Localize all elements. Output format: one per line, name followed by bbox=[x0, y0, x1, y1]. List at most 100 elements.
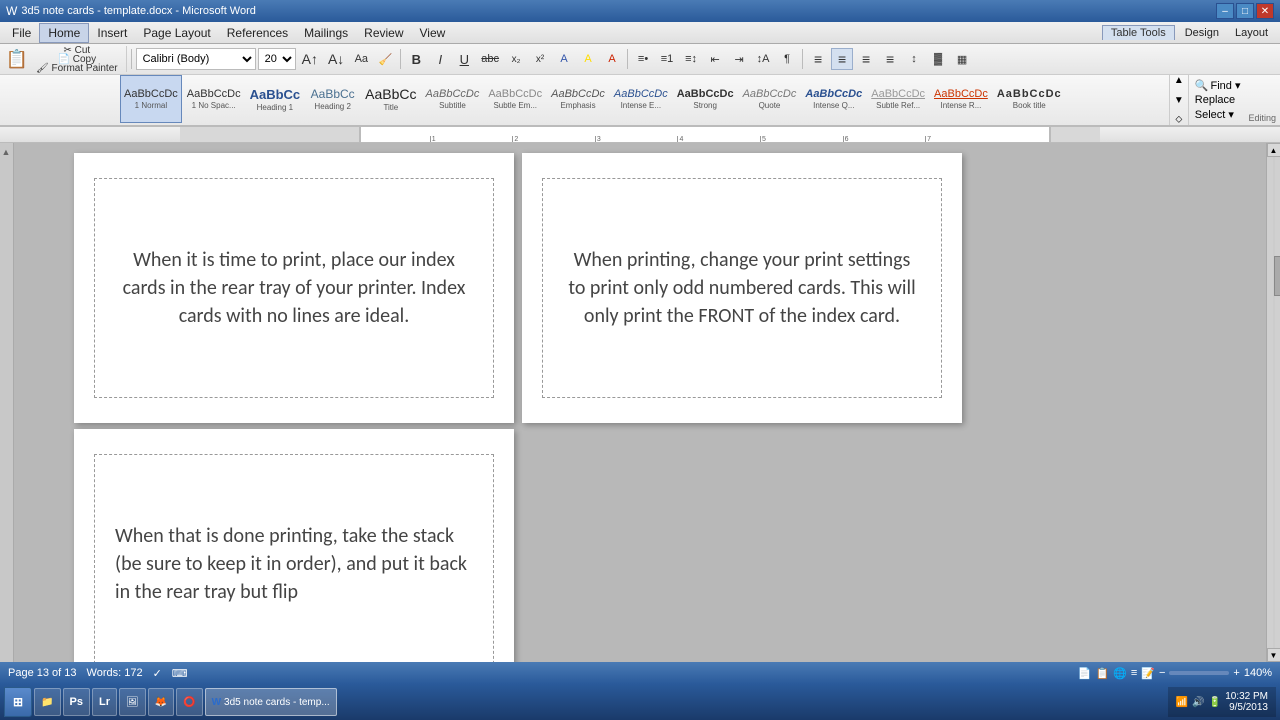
menu-table-layout[interactable]: Layout bbox=[1227, 23, 1276, 43]
view-draft-icon[interactable]: 📝 bbox=[1141, 667, 1155, 680]
taskbar-explorer[interactable]: 📁 bbox=[34, 688, 60, 716]
clear-format-button[interactable]: 🧹 bbox=[374, 48, 396, 70]
shading-button[interactable]: ▓ bbox=[927, 48, 949, 70]
view-web-icon[interactable]: 🌐 bbox=[1113, 667, 1127, 680]
close-button[interactable]: ✕ bbox=[1256, 3, 1274, 19]
taskbar-word[interactable]: W 3d5 note cards - temp... bbox=[205, 688, 337, 716]
line-spacing-button[interactable]: ↕ bbox=[903, 48, 925, 70]
decrease-indent-button[interactable]: ⇤ bbox=[704, 48, 726, 70]
menu-insert[interactable]: Insert bbox=[89, 23, 135, 43]
menu-view[interactable]: View bbox=[412, 23, 454, 43]
align-left-button[interactable]: ≡ bbox=[807, 48, 829, 70]
style-emphasis[interactable]: AaBbCcDc Emphasis bbox=[547, 75, 609, 123]
styles-down-arrow[interactable]: ▼ bbox=[1174, 95, 1184, 106]
highlight-button[interactable]: A bbox=[577, 48, 599, 70]
bold-button[interactable]: B bbox=[405, 48, 427, 70]
view-full-icon[interactable]: 📋 bbox=[1095, 667, 1109, 680]
styles-more-arrow[interactable]: ⬦ bbox=[1175, 114, 1182, 125]
font-name-select[interactable]: Calibri (Body) bbox=[136, 48, 256, 70]
menu-references[interactable]: References bbox=[219, 23, 296, 43]
taskbar-image-viewer[interactable]: 🖼 bbox=[119, 688, 146, 716]
menu-page-layout[interactable]: Page Layout bbox=[135, 23, 218, 43]
taskbar-firefox[interactable]: 🦊 bbox=[148, 688, 174, 716]
strikethrough-button[interactable]: abc bbox=[477, 48, 503, 70]
clock-time: 10:32 PM bbox=[1225, 691, 1268, 702]
style-strong[interactable]: AaBbCcDc Strong bbox=[673, 75, 738, 123]
style-intense-q[interactable]: AaBbCcDc Intense Q... bbox=[801, 75, 866, 123]
style-heading2[interactable]: AaBbCc Heading 2 bbox=[305, 75, 360, 123]
paste-button[interactable]: 📋 bbox=[4, 46, 30, 72]
style-heading1[interactable]: AaBbCc Heading 1 bbox=[246, 75, 305, 123]
menu-file[interactable]: File bbox=[4, 23, 39, 43]
scrollbar-track[interactable] bbox=[1273, 157, 1275, 648]
italic-button[interactable]: I bbox=[429, 48, 451, 70]
multilevel-button[interactable]: ≡↕ bbox=[680, 48, 702, 70]
numbering-button[interactable]: ≡1 bbox=[656, 48, 678, 70]
taskbar-photoshop[interactable]: Ps bbox=[63, 688, 90, 716]
format-painter-button[interactable]: 🖌 Format Painter bbox=[32, 64, 122, 72]
borders-button[interactable]: ▦ bbox=[951, 48, 973, 70]
superscript-button[interactable]: x² bbox=[529, 48, 551, 70]
zoom-in-button[interactable]: + bbox=[1233, 667, 1239, 679]
card-row-1: When it is time to print, place our inde… bbox=[74, 153, 1206, 423]
menu-review[interactable]: Review bbox=[356, 23, 411, 43]
right-scrollbar[interactable]: ▲ ▼ bbox=[1266, 143, 1280, 662]
bullets-button[interactable]: ≡• bbox=[632, 48, 654, 70]
menu-table-design[interactable]: Design bbox=[1177, 23, 1227, 43]
index-card-1[interactable]: When it is time to print, place our inde… bbox=[94, 178, 494, 398]
underline-button[interactable]: U bbox=[453, 48, 475, 70]
taskbar-systray: 📶 🔊 🔋 10:32 PM 9/5/2013 bbox=[1168, 687, 1276, 717]
font-size-select[interactable]: 20 bbox=[258, 48, 296, 70]
index-card-2[interactable]: When printing, change your print setting… bbox=[542, 178, 942, 398]
style-subtle-em[interactable]: AaBbCcDc Subtle Em... bbox=[484, 75, 546, 123]
index-card-3[interactable]: When that is done printing, take the sta… bbox=[94, 454, 494, 662]
view-outline-icon[interactable]: ≡ bbox=[1131, 667, 1137, 679]
menu-mailings[interactable]: Mailings bbox=[296, 23, 356, 43]
select-button[interactable]: Select ▾ bbox=[1195, 108, 1241, 121]
zoom-slider[interactable] bbox=[1169, 671, 1229, 675]
scroll-down-button[interactable]: ▼ bbox=[1267, 648, 1280, 662]
taskbar-chrome[interactable]: ⭕ bbox=[176, 688, 202, 716]
card-1-text: When it is time to print, place our inde… bbox=[115, 246, 473, 330]
minimize-button[interactable]: – bbox=[1216, 3, 1234, 19]
taskbar-lightroom[interactable]: Lr bbox=[92, 688, 117, 716]
shrink-font-button[interactable]: A↓ bbox=[324, 48, 348, 70]
sort-button[interactable]: ↕A bbox=[752, 48, 774, 70]
change-case-button[interactable]: Aa bbox=[350, 48, 372, 70]
style-title[interactable]: AaBbCc Title bbox=[361, 75, 420, 123]
show-para-button[interactable]: ¶ bbox=[776, 48, 798, 70]
scrollbar-thumb[interactable] bbox=[1274, 256, 1280, 296]
menu-home[interactable]: Home bbox=[39, 23, 89, 43]
increase-indent-button[interactable]: ⇥ bbox=[728, 48, 750, 70]
zoom-out-button[interactable]: − bbox=[1159, 667, 1165, 679]
sep4 bbox=[802, 49, 803, 69]
left-bar-arrow[interactable]: ▲ bbox=[2, 147, 12, 157]
language-icon[interactable]: ⌨ bbox=[172, 667, 188, 680]
style-book-title[interactable]: AaBbCcDc Book title bbox=[993, 75, 1066, 123]
style-intense-em[interactable]: AaBbCcDc Intense E... bbox=[610, 75, 672, 123]
ruler: 1 2 3 4 5 6 7 bbox=[0, 127, 1280, 143]
text-effects-button[interactable]: A bbox=[553, 48, 575, 70]
maximize-button[interactable]: □ bbox=[1236, 3, 1254, 19]
align-center-button[interactable]: ≡ bbox=[831, 48, 853, 70]
start-button[interactable]: ⊞ bbox=[4, 687, 32, 717]
document-area[interactable]: When it is time to print, place our inde… bbox=[14, 143, 1266, 662]
replace-button[interactable]: Replace bbox=[1195, 94, 1241, 106]
subscript-button[interactable]: x₂ bbox=[505, 48, 527, 70]
justify-button[interactable]: ≡ bbox=[879, 48, 901, 70]
style-intense-r[interactable]: AaBbCcDc Intense R... bbox=[930, 75, 992, 123]
scroll-up-button[interactable]: ▲ bbox=[1267, 143, 1280, 157]
style-no-spacing[interactable]: AaBbCcDc 1 No Spac... bbox=[183, 75, 245, 123]
style-subtitle[interactable]: AaBbCcDc Subtitle bbox=[422, 75, 484, 123]
find-button[interactable]: 🔍 Find ▾ bbox=[1195, 79, 1241, 92]
styles-up-arrow[interactable]: ▲ bbox=[1174, 75, 1184, 86]
styles-expand[interactable]: ▲ ▼ ⬦ bbox=[1169, 75, 1188, 125]
style-subtle-ref[interactable]: AaBbCcDc Subtle Ref... bbox=[867, 75, 929, 123]
align-right-button[interactable]: ≡ bbox=[855, 48, 877, 70]
style-normal[interactable]: AaBbCcDc 1 Normal bbox=[120, 75, 182, 123]
style-quote[interactable]: AaBbCcDc Quote bbox=[739, 75, 801, 123]
grow-font-button[interactable]: A↑ bbox=[298, 48, 322, 70]
view-print-icon[interactable]: 📄 bbox=[1078, 667, 1092, 680]
font-color-button[interactable]: A bbox=[601, 48, 623, 70]
firefox-icon: 🦊 bbox=[155, 697, 167, 708]
